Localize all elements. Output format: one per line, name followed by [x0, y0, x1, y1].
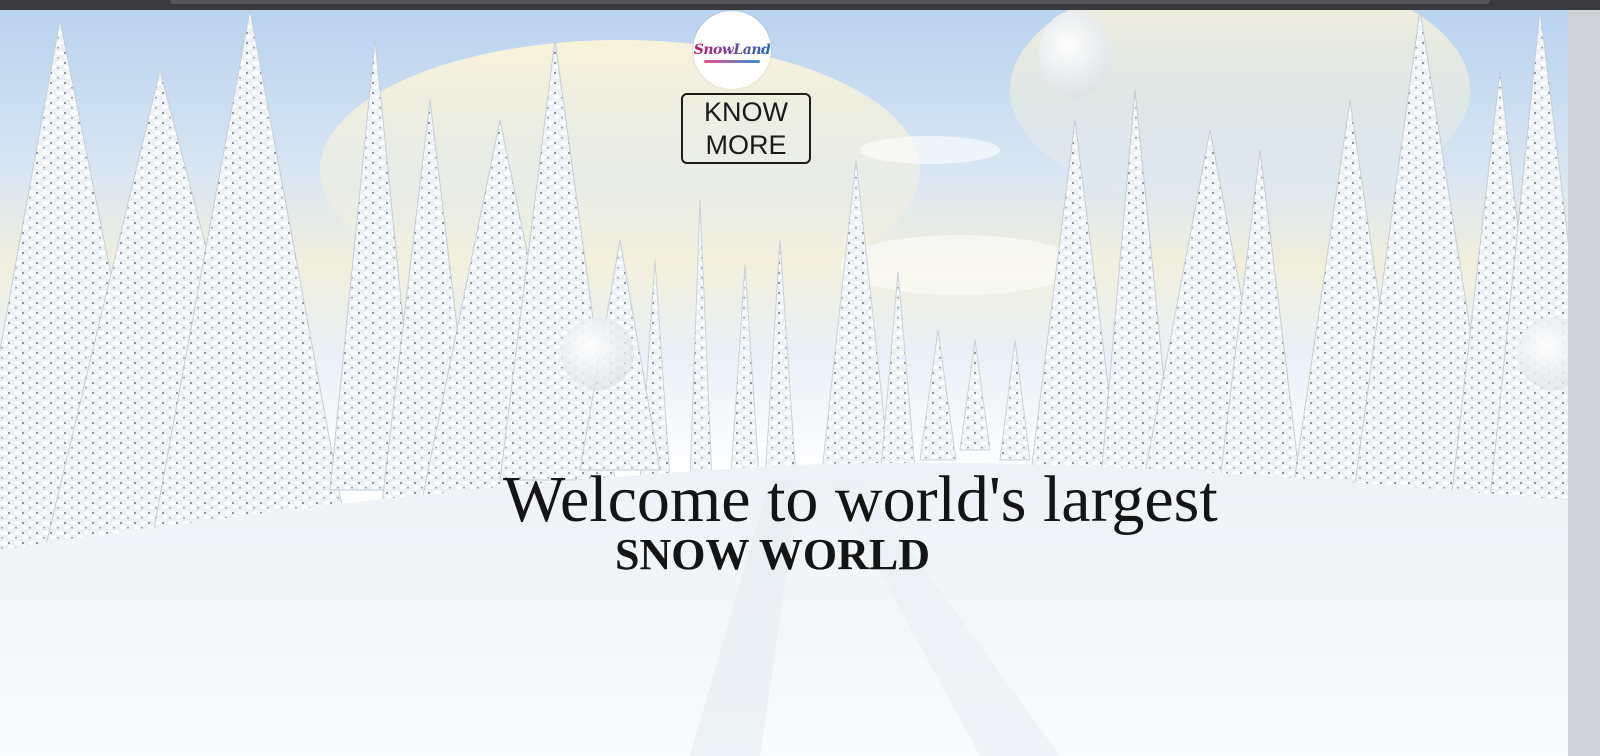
hero-section: SnowLand KNOW MORE Welcome to world's la…: [0, 10, 1568, 756]
hero-headline: Welcome to world's largest: [503, 463, 1218, 536]
browser-top-bar: [0, 0, 1600, 10]
browser-tab-strip: [170, 0, 1490, 4]
know-more-button[interactable]: KNOW MORE: [681, 93, 811, 164]
page-scroll-edge: [1568, 10, 1600, 756]
logo-wordmark: SnowLand: [693, 42, 771, 58]
logo-wave-icon: [693, 59, 771, 63]
snow-orb-decoration: [561, 317, 634, 390]
snow-orb-decoration: [1039, 10, 1111, 98]
hero-subheadline: SNOW WORLD: [615, 530, 931, 579]
snowland-logo[interactable]: SnowLand: [693, 11, 771, 89]
